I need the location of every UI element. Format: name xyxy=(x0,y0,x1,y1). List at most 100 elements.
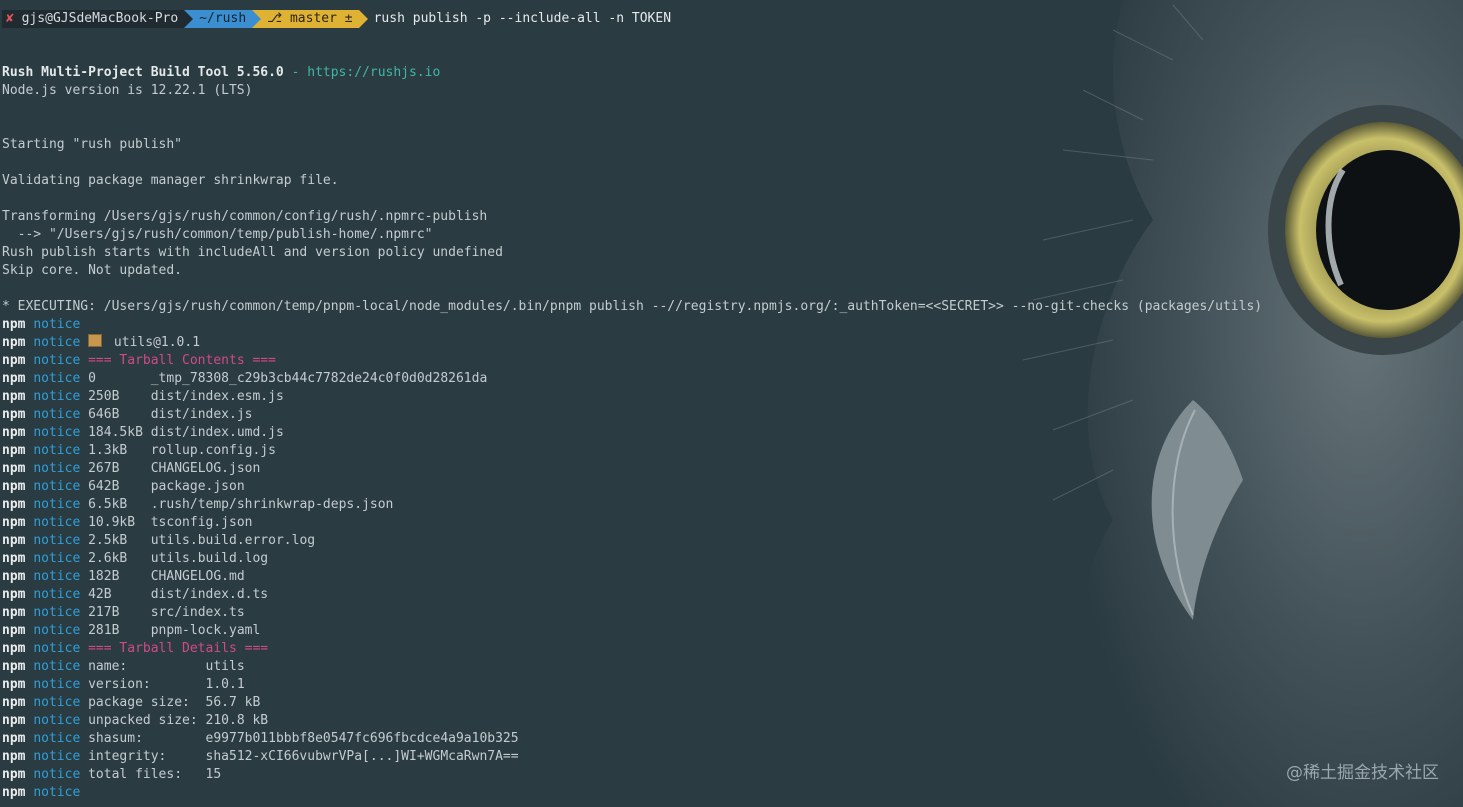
npm-prefix: npm xyxy=(2,371,26,386)
npm-prefix: npm xyxy=(2,389,26,404)
file-row: npm notice 642B package.json xyxy=(2,478,1262,496)
file-row: npm notice 1.3kB rollup.config.js xyxy=(2,442,1262,460)
file-size: 184.5kB xyxy=(88,425,151,440)
npm-prefix: npm xyxy=(2,443,26,458)
executing-line: * EXECUTING: /Users/gjs/rush/common/temp… xyxy=(2,298,1262,316)
terminal-output: ✘ gjs@GJSdeMacBook-Pro ~/rush ⎇ master ± ru… xyxy=(2,10,1262,802)
typed-command: rush publish -p --include-all -n TOKEN xyxy=(373,11,672,26)
file-size: 0 xyxy=(88,371,151,386)
npm-prefix: npm xyxy=(2,335,26,350)
npm-prefix: npm xyxy=(2,713,26,728)
file-row: npm notice 184.5kB dist/index.umd.js xyxy=(2,424,1262,442)
notice-label: notice xyxy=(33,479,81,494)
detail-row: npm notice integrity: sha512-xCI66vubwrV… xyxy=(2,748,1262,766)
npm-prefix: npm xyxy=(2,695,26,710)
file-row: npm notice 646B dist/index.js xyxy=(2,406,1262,424)
node-version-line-text: Node.js version is 12.22.1 (LTS) xyxy=(2,83,253,98)
detail-row: npm notice unpacked size: 210.8 kB xyxy=(2,712,1262,730)
prompt-user-host: gjs@GJSdeMacBook-Pro xyxy=(21,11,179,26)
notice-label: notice xyxy=(33,353,81,368)
npm-prefix: npm xyxy=(2,785,26,800)
notice-label: notice xyxy=(33,533,81,548)
transform-target-line-text: --> "/Users/gjs/rush/common/temp/publish… xyxy=(2,227,433,242)
npm-prefix: npm xyxy=(2,461,26,476)
watermark: @稀土掘金技术社区 xyxy=(1286,763,1439,783)
detail-key: package size: xyxy=(88,695,206,710)
file-path: dist/index.esm.js xyxy=(150,389,284,404)
npm-prefix: npm xyxy=(2,353,26,368)
npm-prefix: npm xyxy=(2,551,26,566)
detail-row: npm notice shasum: e9977b011bbbf8e0547fc… xyxy=(2,730,1262,748)
prompt-dir-segment: ~/rush xyxy=(193,10,253,28)
transform-target-line: --> "/Users/gjs/rush/common/temp/publish… xyxy=(2,226,1262,244)
file-path: pnpm-lock.yaml xyxy=(150,623,261,638)
npm-prefix: npm xyxy=(2,731,26,746)
package-icon xyxy=(88,334,103,347)
detail-key: name: xyxy=(88,659,206,674)
shell-prompt: ✘ gjs@GJSdeMacBook-Pro ~/rush ⎇ master ± ru… xyxy=(2,10,1262,28)
file-path: _tmp_78308_c29b3cb44c7782de24c0f0d0d2826… xyxy=(150,371,488,386)
transform-line: Transforming /Users/gjs/rush/common/conf… xyxy=(2,208,1262,226)
notice-label: notice xyxy=(33,389,81,404)
detail-key: integrity: xyxy=(88,749,206,764)
npm-prefix: npm xyxy=(2,605,26,620)
npm-notice-line: npm notice xyxy=(2,316,1262,334)
file-size: 42B xyxy=(88,587,151,602)
file-row: npm notice 6.5kB .rush/temp/shrinkwrap-d… xyxy=(2,496,1262,514)
starting-line-text: Starting "rush publish" xyxy=(2,137,183,152)
file-row: npm notice 281B pnpm-lock.yaml xyxy=(2,622,1262,640)
file-path: dist/index.js xyxy=(150,407,253,422)
detail-value: 15 xyxy=(205,767,222,782)
file-size: 217B xyxy=(88,605,151,620)
file-size: 642B xyxy=(88,479,151,494)
detail-row: npm notice package size: 56.7 kB xyxy=(2,694,1262,712)
file-path: dist/index.umd.js xyxy=(150,425,284,440)
detail-row: npm notice total files: 15 xyxy=(2,766,1262,784)
file-path: .rush/temp/shrinkwrap-deps.json xyxy=(150,497,394,512)
notice-label: notice xyxy=(33,749,81,764)
file-size: 2.5kB xyxy=(88,533,151,548)
detail-value: e9977b011bbbf8e0547fc696fbcdce4a9a10b325 xyxy=(205,731,519,746)
terminal-window[interactable]: ✘ gjs@GJSdeMacBook-Pro ~/rush ⎇ master ± ru… xyxy=(0,0,1463,807)
section-title: === Tarball Details === xyxy=(88,641,269,656)
notice-label: notice xyxy=(33,425,81,440)
npm-prefix: npm xyxy=(2,479,26,494)
prompt-git-segment: ⎇ master ± xyxy=(261,10,359,28)
npm-prefix: npm xyxy=(2,497,26,512)
tool-name: Rush Multi-Project Build Tool 5.56.0 xyxy=(2,65,284,80)
file-path: rollup.config.js xyxy=(150,443,276,458)
notice-label: notice xyxy=(33,317,81,332)
npm-notice-line: npm notice xyxy=(2,784,1262,802)
file-row: npm notice 267B CHANGELOG.json xyxy=(2,460,1262,478)
skip-core-line: Skip core. Not updated. xyxy=(2,262,1262,280)
validating-line: Validating package manager shrinkwrap fi… xyxy=(2,172,1262,190)
segment-separator xyxy=(358,10,368,28)
notice-label: notice xyxy=(33,605,81,620)
npm-prefix: npm xyxy=(2,767,26,782)
detail-key: version: xyxy=(88,677,206,692)
file-path: utils.build.error.log xyxy=(150,533,316,548)
npm-prefix: npm xyxy=(2,425,26,440)
notice-label: notice xyxy=(33,677,81,692)
notice-label: notice xyxy=(33,659,81,674)
notice-label: notice xyxy=(33,569,81,584)
npm-prefix: npm xyxy=(2,515,26,530)
file-row: npm notice 0 _tmp_78308_c29b3cb44c7782de… xyxy=(2,370,1262,388)
notice-label: notice xyxy=(33,443,81,458)
file-path: CHANGELOG.json xyxy=(150,461,261,476)
detail-value: sha512-xCI66vubwrVPa[...]WI+WGMcaRwn7A== xyxy=(205,749,519,764)
notice-label: notice xyxy=(33,731,81,746)
executing-line-text: * EXECUTING: /Users/gjs/rush/common/temp… xyxy=(2,299,1263,314)
detail-value: 56.7 kB xyxy=(205,695,261,710)
detail-key: total files: xyxy=(88,767,206,782)
node-version-line: Node.js version is 12.22.1 (LTS) xyxy=(2,82,1262,100)
separator: - xyxy=(283,65,308,80)
file-path: tsconfig.json xyxy=(150,515,253,530)
file-size: 6.5kB xyxy=(88,497,151,512)
file-size: 10.9kB xyxy=(88,515,151,530)
npm-prefix: npm xyxy=(2,533,26,548)
file-size: 250B xyxy=(88,389,151,404)
skip-core-line-text: Skip core. Not updated. xyxy=(2,263,183,278)
package-name: utils@1.0.1 xyxy=(106,335,201,350)
